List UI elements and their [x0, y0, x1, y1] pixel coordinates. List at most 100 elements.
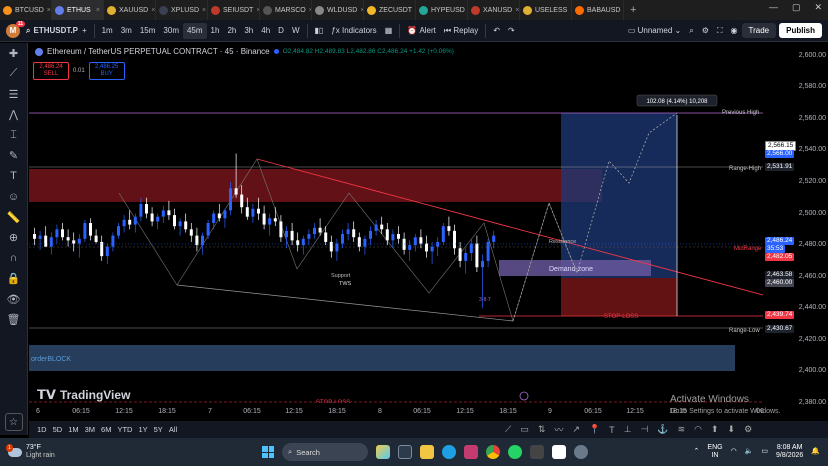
- chrome-browser-icon[interactable]: [486, 445, 500, 459]
- battery-icon[interactable]: ▭: [761, 448, 768, 456]
- interval-4h[interactable]: 4h: [257, 20, 274, 42]
- layouts-icon[interactable]: ▦: [381, 20, 397, 42]
- chart-type-icon[interactable]: ▮▯: [311, 20, 328, 42]
- path-tool-icon[interactable]: 〰: [554, 423, 563, 436]
- weather-widget[interactable]: 1 73°F Light rain: [6, 443, 55, 460]
- avatar[interactable]: M 11: [6, 20, 25, 38]
- horizontal-line-icon[interactable]: ⊣: [641, 424, 649, 435]
- interval-15m[interactable]: 15m: [136, 20, 160, 42]
- remove-drawings-icon[interactable]: 🗑: [0, 310, 28, 331]
- price-chart[interactable]: orderBLOCK Demand-zone Previous High Range-…: [29, 43, 799, 403]
- maximize-icon[interactable]: ▢: [792, 2, 801, 13]
- interval-45m[interactable]: 45m: [182, 22, 207, 39]
- fib-icon[interactable]: ≋: [678, 424, 686, 435]
- browser-tab[interactable]: MARSCO×: [260, 0, 312, 20]
- settings-app-icon[interactable]: [574, 445, 588, 459]
- anchor-icon[interactable]: ⚓: [657, 424, 668, 435]
- interval-1m[interactable]: 1m: [98, 20, 117, 42]
- browser-tab[interactable]: XANUSD ×: [468, 0, 520, 20]
- publish-button[interactable]: Publish: [779, 23, 822, 38]
- language-indicator[interactable]: ENG IN: [707, 444, 722, 460]
- settings-icon[interactable]: ⚙: [744, 424, 752, 435]
- close-icon[interactable]: ✕: [814, 2, 822, 13]
- news-app-icon[interactable]: [376, 445, 390, 459]
- zoom-in-icon[interactable]: ⊕: [0, 228, 28, 249]
- file-explorer-icon[interactable]: [420, 445, 434, 459]
- alert-button[interactable]: ⏰ Alert: [403, 20, 440, 42]
- range-1y[interactable]: 1Y: [138, 425, 147, 434]
- taskbar-search[interactable]: ⌕ Search: [282, 443, 368, 461]
- browser-tab[interactable]: USELESS×: [520, 0, 572, 20]
- magnet-icon[interactable]: ∩: [0, 248, 28, 269]
- emoji-icon[interactable]: ☺: [0, 187, 28, 208]
- long-position-icon[interactable]: ⬆: [711, 424, 719, 435]
- short-position-icon[interactable]: ⬇: [728, 424, 736, 435]
- interval-3m[interactable]: 3m: [117, 20, 136, 42]
- range-1d[interactable]: 1D: [37, 425, 47, 434]
- range-ytd[interactable]: YTD: [117, 425, 132, 434]
- layout-selector[interactable]: ▭ Unnamed ⌄: [624, 20, 685, 42]
- browser-tab[interactable]: ZECUSDT×: [364, 0, 416, 20]
- measure-tool-icon[interactable]: ⇅: [538, 424, 546, 435]
- text-tool-icon[interactable]: T: [609, 425, 615, 435]
- minimize-icon[interactable]: —: [769, 2, 778, 13]
- sell-button[interactable]: 2,486.24 SELL: [33, 62, 69, 80]
- whatsapp-icon[interactable]: [508, 445, 522, 459]
- close-tab-icon[interactable]: ×: [47, 7, 51, 14]
- buy-button[interactable]: 2,486.25 BUY: [88, 62, 125, 80]
- favorites-star-icon[interactable]: ☆: [4, 413, 23, 431]
- app-icon[interactable]: [530, 445, 544, 459]
- chart-canvas[interactable]: orderBLOCK Demand-zone Previous High Range-…: [29, 43, 764, 403]
- fullscreen-icon[interactable]: ⛶: [713, 20, 727, 42]
- photos-app-icon[interactable]: [464, 445, 478, 459]
- snapshot-camera-icon[interactable]: ◉: [727, 20, 742, 42]
- price-axis[interactable]: 2,600.00 2,580.00 2,560.00 2,540.00 2,520.00…: [763, 43, 828, 423]
- crosshair-icon[interactable]: ✚: [0, 43, 28, 64]
- browser-tab[interactable]: BABAUSD×: [572, 0, 624, 20]
- browser-tab[interactable]: BTCUSD ×: [0, 0, 52, 20]
- pattern-icon[interactable]: ⋀: [0, 105, 28, 126]
- tradingview-app-icon[interactable]: [552, 445, 566, 459]
- add-symbol-button[interactable]: +: [78, 20, 91, 42]
- notifications-bell-icon[interactable]: 🔔: [811, 448, 820, 456]
- line-tool-icon[interactable]: ⟋: [505, 424, 511, 435]
- trend-line-icon[interactable]: ⟋: [0, 64, 28, 85]
- close-tab-icon[interactable]: ×: [202, 7, 206, 14]
- range-3m[interactable]: 3M: [85, 425, 95, 434]
- rectangle-tool-icon[interactable]: ▭: [520, 424, 529, 435]
- fib-retracement-icon[interactable]: ☰: [0, 84, 28, 105]
- range-5y[interactable]: 5Y: [154, 425, 163, 434]
- trade-button[interactable]: Trade: [741, 23, 777, 38]
- search-icon[interactable]: ⌕: [685, 20, 697, 42]
- browser-tab[interactable]: XPLUSD ×: [156, 0, 208, 20]
- interval-1h[interactable]: 1h: [207, 20, 224, 42]
- interval-30m[interactable]: 30m: [159, 20, 183, 42]
- lock-drawings-icon[interactable]: 🔒: [0, 269, 28, 290]
- undo-icon[interactable]: ↶: [489, 20, 504, 42]
- clock[interactable]: 8:08 AM 9/8/2026: [776, 444, 803, 460]
- chevron-up-icon[interactable]: ⌃: [694, 448, 700, 456]
- windows-start-icon[interactable]: [262, 446, 274, 458]
- replay-button[interactable]: ⏮ Replay: [440, 20, 482, 42]
- ruler-icon[interactable]: 📏: [0, 207, 28, 228]
- range-5d[interactable]: 5D: [53, 425, 63, 434]
- close-tab-icon[interactable]: ×: [96, 7, 100, 14]
- symbol-search[interactable]: ⌕ ETHUSDT.P: [26, 26, 78, 36]
- text-icon[interactable]: T: [0, 166, 28, 187]
- brush-icon[interactable]: ✎: [0, 146, 28, 167]
- settings-gear-icon[interactable]: ⚙: [698, 20, 713, 42]
- range-all[interactable]: All: [169, 425, 177, 434]
- range-1m[interactable]: 1M: [68, 425, 78, 434]
- browser-tab[interactable]: XAUUSD ×: [104, 0, 156, 20]
- interval-2h[interactable]: 2h: [223, 20, 240, 42]
- wifi-icon[interactable]: ◠: [731, 448, 737, 456]
- interval-3h[interactable]: 3h: [240, 20, 257, 42]
- new-tab-button[interactable]: +: [624, 4, 642, 16]
- range-6m[interactable]: 6M: [101, 425, 111, 434]
- volume-icon[interactable]: 🔈: [745, 448, 754, 456]
- browser-tab[interactable]: HYPEUSD×: [416, 0, 468, 20]
- redo-icon[interactable]: ↷: [504, 20, 519, 42]
- close-tab-icon[interactable]: ×: [151, 7, 155, 14]
- browser-tab[interactable]: WLDUSD×: [312, 0, 364, 20]
- interval-D[interactable]: D: [274, 20, 288, 42]
